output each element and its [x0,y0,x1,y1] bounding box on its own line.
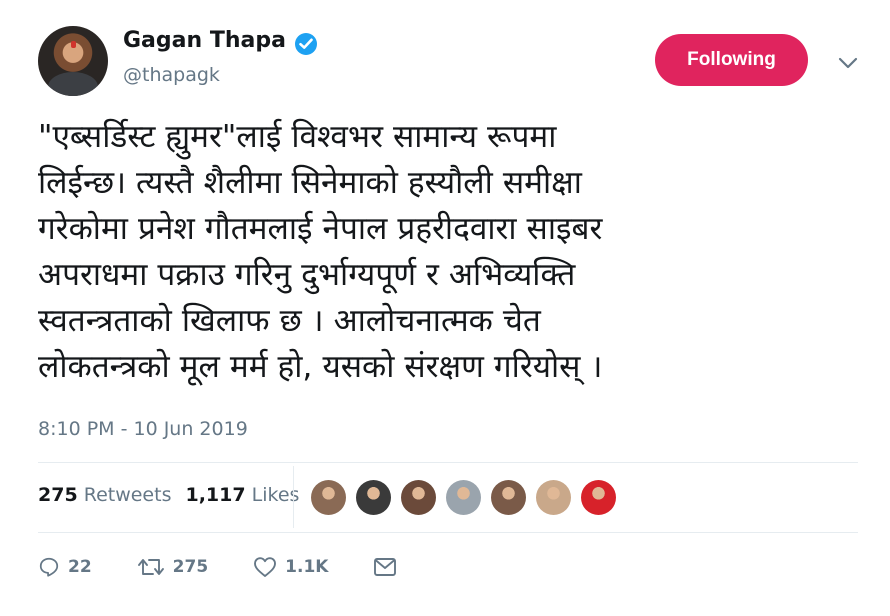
author-handle[interactable]: @thapagk [123,64,220,86]
chevron-down-icon[interactable] [838,54,858,73]
tweet-line: लिईन्छ। त्यस्तै शैलीमा सिनेमाको हस्यौली … [38,165,582,201]
liker-avatar-1[interactable] [311,480,346,515]
like-button[interactable]: 1.1K [253,556,328,578]
reply-count: 22 [68,557,92,577]
reply-icon [38,556,60,578]
following-button[interactable]: Following [655,34,808,86]
retweets-stat[interactable]: 275 Retweets [38,484,171,506]
tweet-text: "एब्सर्डिस्ट ह्युमर"लाई विश्वभर सामान्य … [38,114,868,390]
retweet-button[interactable]: 275 [137,556,209,578]
tweet-line: लोकतन्त्रको मूल मर्म हो, यसको संरक्षण गर… [38,349,603,385]
avatar-shirt [48,72,98,96]
liker-avatar-2[interactable] [356,480,391,515]
liker-avatar-7[interactable] [581,480,616,515]
like-count: 1.1K [285,557,329,577]
divider-bottom [38,532,858,533]
avatar-tika [71,41,76,48]
envelope-icon [373,557,397,577]
divider-top [38,462,858,463]
liker-avatar-4[interactable] [446,480,481,515]
likes-count: 1,117 [185,484,246,506]
liker-avatar-5[interactable] [491,480,526,515]
engagement-stats: 275 Retweets 1,117 Likes [38,484,299,506]
tweet-actions: 22 275 1.1K [38,556,442,578]
stats-separator [293,466,294,528]
liker-avatar-3[interactable] [401,480,436,515]
tweet-line: अपराधमा पक्राउ गरिनु दुर्भाग्यपूर्ण र अभ… [38,257,576,293]
likes-stat[interactable]: 1,117 Likes [185,484,299,506]
tweet-line: गरेकोमा प्रनेश गौतमलाई नेपाल प्रहरीदवारा… [38,211,603,247]
tweet-line: स्वतन्त्रताको खिलाफ छ । आलोचनात्मक चेत [38,303,541,339]
retweets-count: 275 [38,484,78,506]
reply-button[interactable]: 22 [38,556,92,578]
retweet-icon [137,556,165,578]
author-name[interactable]: Gagan Thapa [123,28,286,53]
verified-badge-icon [295,33,317,55]
retweets-label: Retweets [83,484,172,506]
tweet-line: "एब्सर्डिस्ट ह्युमर"लाई विश्वभर सामान्य … [38,119,557,155]
liker-avatars [311,480,616,515]
tweet-timestamp[interactable]: 8:10 PM - 10 Jun 2019 [38,418,248,440]
author-avatar[interactable] [38,26,108,96]
retweet-count: 275 [172,557,209,577]
heart-icon [253,556,277,578]
liker-avatar-6[interactable] [536,480,571,515]
direct-message-button[interactable] [373,557,397,577]
